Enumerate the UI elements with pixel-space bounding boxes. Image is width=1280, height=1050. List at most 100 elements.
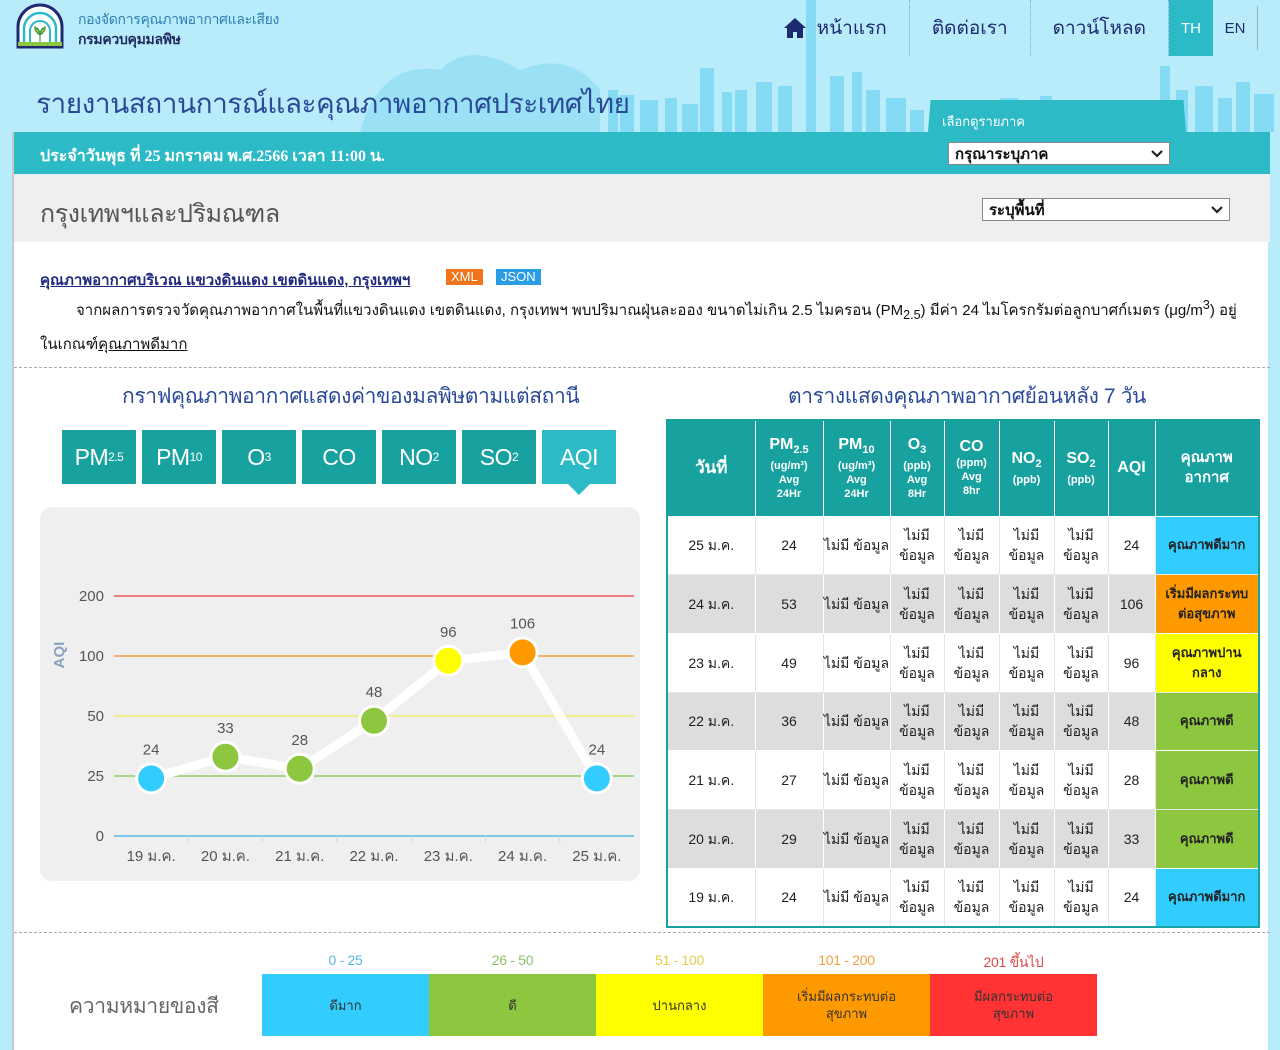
site-header: กองจัดการคุณภาพอากาศและเสียง กรมควบคุมมล… xyxy=(0,0,1280,132)
header-no2-sub: 2 xyxy=(1035,457,1042,470)
region-select[interactable]: กรุณาระบุภาค xyxy=(948,142,1170,165)
area-bar: กรุงเทพฯและปริมณฑล ระบุพื้นที่ xyxy=(14,174,1270,242)
nav-download[interactable]: ดาวน์โหลด xyxy=(1031,0,1169,56)
cell-quality: คุณภาพดีมาก xyxy=(1154,867,1260,928)
cell-quality: คุณภาพดีมาก xyxy=(1154,515,1260,576)
header-no2: NO2 (ppb) xyxy=(998,420,1055,517)
y-axis-label: AQI xyxy=(51,642,68,669)
cell-pm25: 36 xyxy=(754,691,824,752)
data-point xyxy=(583,765,610,792)
area-select-value: ระบุพื้นที่ xyxy=(989,201,1045,219)
nav-contact[interactable]: ติดต่อเรา xyxy=(910,0,1031,56)
nav-download-label: ดาวน์โหลด xyxy=(1052,18,1146,39)
table-row: 24 ม.ค. 53 ไม่มี ข้อมูล ไม่มี ข้อมูล ไม่มี ข… xyxy=(666,574,1260,634)
tab-no2-sub: 2 xyxy=(432,450,440,464)
color-legend: 0 - 25 ดีมาก 26 - 50 ดี 51 - 100 ปานกลาง 101 -… xyxy=(262,952,1097,1036)
nav-contact-label: ติดต่อเรา xyxy=(931,18,1008,39)
tab-pm10[interactable]: PM 10 xyxy=(142,430,216,484)
cell-o3: ไม่มี ข้อมูล xyxy=(889,691,945,752)
header-o3-period: 8Hr xyxy=(907,487,927,500)
cell-pm25: 49 xyxy=(754,632,824,693)
header-so2-sub: 2 xyxy=(1089,457,1096,470)
header-o3-unit: (ppb) xyxy=(903,459,931,472)
quality-link[interactable]: คุณภาพดีมาก xyxy=(98,336,187,353)
legend-item: 201 ขึ้นไปมีผลกระทบต่อสุขภาพ xyxy=(930,952,1097,1036)
y-tick-label: 50 xyxy=(87,708,104,725)
legend-color-box: มีผลกระทบต่อสุขภาพ xyxy=(930,974,1097,1036)
data-label: 33 xyxy=(217,720,234,737)
cell-date: 25 ม.ค. xyxy=(666,515,756,576)
tab-pm25-label: PM xyxy=(74,443,109,470)
station-link[interactable]: คุณภาพอากาศบริเวณ แขวงดินแดง เขตดินแดง, … xyxy=(40,268,410,292)
cell-o3: ไม่มี ข้อมูล xyxy=(889,632,945,693)
cell-no2: ไม่มี ข้อมูล xyxy=(998,750,1055,810)
cell-aqi: 24 xyxy=(1107,515,1156,576)
json-badge[interactable]: JSON xyxy=(496,269,541,285)
header-pm10-sub: 10 xyxy=(862,443,875,456)
cell-aqi: 28 xyxy=(1107,750,1156,810)
nav-home[interactable]: หน้าแรก xyxy=(761,0,910,56)
cell-co: ไม่มี ข้อมูล xyxy=(943,574,1000,634)
cell-so2: ไม่มี ข้อมูล xyxy=(1053,750,1109,810)
tab-pm25[interactable]: PM 2.5 xyxy=(62,430,136,484)
area-title: กรุงเทพฯและปริมณฑล xyxy=(40,200,280,228)
legend-item: 101 - 200 เริ่มมีผลกระทบต่อสุขภาพ xyxy=(763,952,930,1036)
cell-co: ไม่มี ข้อมูล xyxy=(943,632,1000,693)
cell-no2: ไม่มี ข้อมูล xyxy=(998,515,1055,576)
tab-o3[interactable]: O3 xyxy=(222,430,296,484)
tab-no2[interactable]: NO 2 xyxy=(382,430,456,484)
lang-en-button[interactable]: EN xyxy=(1213,0,1257,56)
legend-range: 201 ขึ้นไป xyxy=(983,954,1044,970)
cell-pm25: 24 xyxy=(754,867,824,928)
pollutant-tabs: PM 2.5 PM 10 O3 CO NO 2 SO 2 AQI xyxy=(62,430,616,495)
x-tick-label: 25 ม.ค. xyxy=(572,848,621,865)
header-pm10-avg: Avg xyxy=(846,473,867,486)
area-select[interactable]: ระบุพื้นที่ xyxy=(982,198,1230,221)
tab-so2[interactable]: SO 2 xyxy=(462,430,536,484)
header-o3-name: O xyxy=(907,435,921,453)
cell-pm25: 27 xyxy=(754,750,824,810)
cell-pm10: ไม่มี ข้อมูล xyxy=(822,632,891,693)
header-pm10-period: 24Hr xyxy=(844,487,869,500)
cell-o3: ไม่มี ข้อมูล xyxy=(889,867,945,928)
y-tick-label: 100 xyxy=(79,648,104,665)
station-description: จากผลการตรวจวัดคุณภาพอากาศในพื้นที่แขวงด… xyxy=(40,290,1240,360)
cell-co: ไม่มี ข้อมูล xyxy=(943,515,1000,576)
cell-quality: คุณภาพปานกลาง xyxy=(1154,632,1260,693)
tab-aqi[interactable]: AQI xyxy=(542,430,616,495)
header-pm10: PM10 (ug/m³) Avg 24Hr xyxy=(822,420,891,517)
cell-o3: ไม่มี ข้อมูล xyxy=(889,515,945,576)
cell-pm25: 53 xyxy=(754,574,824,634)
tab-co[interactable]: CO xyxy=(302,430,376,484)
tab-o3-label: O xyxy=(247,443,265,470)
header-so2-name: SO xyxy=(1066,449,1090,467)
header-pm25: PM2.5 (ug/m³) Avg 24Hr xyxy=(754,420,824,517)
table-row: 21 ม.ค. 27 ไม่มี ข้อมูล ไม่มี ข้อมูล ไม่มี ข… xyxy=(666,750,1260,810)
cell-pm25: 29 xyxy=(754,808,824,869)
xml-badge[interactable]: XML xyxy=(446,269,483,285)
header-co-period: 8hr xyxy=(962,485,981,498)
cell-pm10: ไม่มี ข้อมูล xyxy=(822,691,891,752)
cell-date: 22 ม.ค. xyxy=(666,691,756,752)
tab-pm10-label: PM xyxy=(156,443,190,470)
cell-aqi: 106 xyxy=(1107,574,1156,634)
data-label: 48 xyxy=(366,684,383,701)
cell-pm10: ไม่มี ข้อมูล xyxy=(822,750,891,810)
legend-range: 51 - 100 xyxy=(655,952,704,968)
site-title: รายงานสถานการณ์และคุณภาพอากาศประเทศไทย xyxy=(36,88,630,119)
cell-quality: เริ่มมีผลกระทบต่อสุขภาพ xyxy=(1154,574,1260,634)
header-aqi: AQI xyxy=(1107,420,1156,517)
legend-label: ดีมาก xyxy=(329,997,362,1013)
header-quality-line2: อากาศ xyxy=(1184,469,1229,487)
tab-no2-label: NO xyxy=(399,443,433,470)
cell-co: ไม่มี ข้อมูล xyxy=(943,808,1000,869)
cell-quality: คุณภาพดี xyxy=(1154,691,1260,752)
cell-so2: ไม่มี ข้อมูล xyxy=(1053,574,1109,634)
cell-so2: ไม่มี ข้อมูล xyxy=(1053,691,1109,752)
cell-date: 24 ม.ค. xyxy=(666,574,756,634)
logo-text: กองจัดการคุณภาพอากาศและเสียง กรมควบคุมมล… xyxy=(78,9,279,49)
cell-so2: ไม่มี ข้อมูล xyxy=(1053,867,1109,928)
legend-color-box: ปานกลาง xyxy=(596,974,763,1036)
y-tick-label: 0 xyxy=(96,828,104,845)
lang-th-button[interactable]: TH xyxy=(1169,0,1213,56)
